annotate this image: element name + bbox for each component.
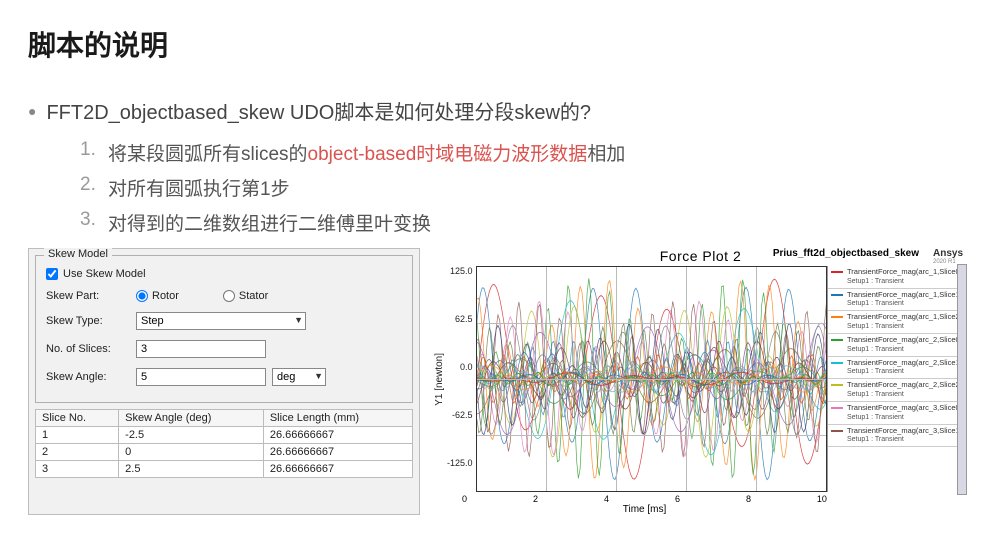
slice-table: Slice No. Skew Angle (deg) Slice Length … (35, 409, 413, 478)
rotor-label: Rotor (152, 290, 179, 302)
step-text: 相加 (587, 144, 625, 165)
legend-swatch-icon (831, 294, 843, 296)
plot-subtitle: Prius_fft2d_objectbased_skew (773, 248, 919, 259)
skew-part-stator-radio[interactable] (223, 290, 235, 302)
y-tick: 0.0 (460, 362, 473, 372)
legend-label: TransientForce_mag(arc_2,Slice1)Setup1 :… (847, 359, 962, 377)
y-tick: 125.0 (450, 266, 473, 276)
step-text: 对所有圆弧执行第1步 (108, 174, 290, 201)
angle-unit-select[interactable] (272, 368, 326, 386)
table-cell: 1 (36, 427, 119, 444)
legend-label: TransientForce_mag(arc_1,Slice0)Setup1 :… (847, 268, 962, 286)
skew-part-rotor-radio[interactable] (136, 290, 148, 302)
table-row[interactable]: 2026.66666667 (36, 444, 413, 461)
legend-item[interactable]: TransientForce_mag(arc_1,Slice2)Setup1 :… (828, 311, 966, 334)
report-sidebar[interactable] (957, 264, 967, 495)
y-tick: 62.5 (455, 314, 473, 324)
slices-input[interactable] (136, 340, 266, 358)
use-skew-checkbox[interactable] (46, 268, 58, 280)
table-cell: 26.66666667 (263, 427, 412, 444)
legend-item[interactable]: TransientForce_mag(arc_3,Slice0)Setup1 :… (828, 402, 966, 425)
legend-swatch-icon (831, 339, 843, 341)
bullet-question-text: FFT2D_objectbased_skew UDO脚本是如何处理分段skew的… (46, 96, 591, 125)
skew-model-panel: Skew Model Use Skew Model Skew Part: Rot… (28, 248, 420, 515)
th-skew-angle: Skew Angle (deg) (119, 410, 264, 427)
legend-item[interactable]: TransientForce_mag(arc_2,Slice0)Setup1 :… (828, 334, 966, 357)
legend-item[interactable]: TransientForce_mag(arc_2,Slice2)Setup1 :… (828, 379, 966, 402)
step-highlight: object-based时域电磁力波形数据 (308, 144, 588, 165)
steps-list: 1. 将某段圆弧所有slices的object-based时域电磁力波形数据相加… (80, 139, 967, 236)
th-slice-length: Slice Length (mm) (263, 410, 412, 427)
slide-title: 脚本的说明 (28, 24, 967, 64)
step-text: 将某段圆弧所有slices的 (108, 144, 308, 165)
x-tick: 0 (462, 494, 467, 504)
legend-swatch-icon (831, 384, 843, 386)
ansys-brand: Ansys 2020 R1 (933, 248, 963, 265)
table-row[interactable]: 32.526.66666667 (36, 461, 413, 478)
y-tick: -62.5 (452, 410, 473, 420)
step-num: 2. (80, 174, 108, 201)
th-slice-no: Slice No. (36, 410, 119, 427)
table-cell: -2.5 (119, 427, 264, 444)
skew-legend: Skew Model (44, 248, 112, 260)
y-ticks: 125.0 62.5 0.0 -62.5 -125.0 (447, 266, 476, 480)
table-cell: 26.66666667 (263, 461, 412, 478)
step-item: 1. 将某段圆弧所有slices的object-based时域电磁力波形数据相加 (80, 139, 967, 166)
x-tick: 6 (675, 494, 680, 504)
legend-swatch-icon (831, 316, 843, 318)
table-cell: 0 (119, 444, 264, 461)
step-num: 3. (80, 209, 108, 236)
angle-label: Skew Angle: (46, 371, 136, 383)
x-tick: 2 (533, 494, 538, 504)
angle-input[interactable] (136, 368, 266, 386)
legend-item[interactable]: TransientForce_mag(arc_1,Slice0)Setup1 :… (828, 266, 966, 289)
x-tick: 10 (817, 494, 827, 504)
legend-swatch-icon (831, 362, 843, 364)
legend: TransientForce_mag(arc_1,Slice0)Setup1 :… (827, 266, 967, 492)
step-item: 3. 对得到的二维数组进行二维傅里叶变换 (80, 209, 967, 236)
skew-type-label: Skew Type: (46, 315, 136, 327)
legend-label: TransientForce_mag(arc_3,Slice1)Setup1 :… (847, 427, 962, 445)
table-cell: 26.66666667 (263, 444, 412, 461)
legend-label: TransientForce_mag(arc_1,Slice1)Setup1 :… (847, 291, 962, 309)
legend-item[interactable]: TransientForce_mag(arc_3,Slice1)Setup1 :… (828, 425, 966, 448)
use-skew-label: Use Skew Model (63, 268, 146, 280)
slices-label: No. of Slices: (46, 343, 136, 355)
force-plot-panel: Force Plot 2 Prius_fft2d_objectbased_ske… (434, 248, 967, 515)
table-cell: 2 (36, 444, 119, 461)
table-cell: 2.5 (119, 461, 264, 478)
y-axis-label: Y1 [newton] (434, 353, 445, 406)
step-item: 2. 对所有圆弧执行第1步 (80, 174, 967, 201)
legend-swatch-icon (831, 430, 843, 432)
legend-label: TransientForce_mag(arc_2,Slice2)Setup1 :… (847, 381, 962, 399)
legend-swatch-icon (831, 271, 843, 273)
x-tick: 4 (604, 494, 609, 504)
bullet-question: ● FFT2D_objectbased_skew UDO脚本是如何处理分段ske… (28, 96, 967, 125)
stator-label: Stator (239, 290, 268, 302)
legend-label: TransientForce_mag(arc_3,Slice0)Setup1 :… (847, 404, 962, 422)
y-tick: -125.0 (447, 458, 473, 468)
skew-type-select[interactable] (136, 312, 306, 330)
x-axis-label: Time [ms] (462, 504, 827, 515)
table-row[interactable]: 1-2.526.66666667 (36, 427, 413, 444)
x-tick: 8 (746, 494, 751, 504)
legend-label: TransientForce_mag(arc_2,Slice0)Setup1 :… (847, 336, 962, 354)
legend-item[interactable]: TransientForce_mag(arc_2,Slice1)Setup1 :… (828, 357, 966, 380)
table-cell: 3 (36, 461, 119, 478)
x-ticks: 0 2 4 6 8 10 (462, 494, 827, 504)
chart-canvas[interactable] (476, 266, 827, 492)
step-num: 1. (80, 139, 108, 166)
skew-part-label: Skew Part: (46, 290, 136, 302)
step-text: 对得到的二维数组进行二维傅里叶变换 (108, 209, 431, 236)
legend-label: TransientForce_mag(arc_1,Slice2)Setup1 :… (847, 313, 962, 331)
legend-swatch-icon (831, 407, 843, 409)
bullet-dot-icon: ● (28, 103, 36, 119)
legend-item[interactable]: TransientForce_mag(arc_1,Slice1)Setup1 :… (828, 289, 966, 312)
